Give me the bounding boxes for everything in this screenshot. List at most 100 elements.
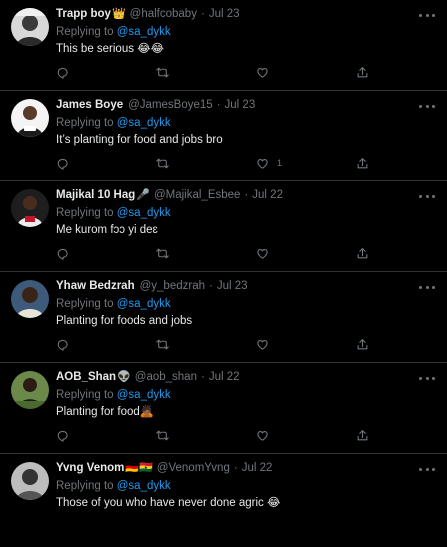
separator-dot: · xyxy=(216,99,221,111)
reply-button[interactable] xyxy=(56,155,69,171)
tweet-actions xyxy=(56,427,386,443)
like-button[interactable] xyxy=(256,64,277,80)
more-icon[interactable] xyxy=(419,101,435,111)
retweet-button[interactable] xyxy=(156,336,169,352)
retweet-button[interactable] xyxy=(156,245,169,261)
tweet-header: AOB_Shan 👽 @aob_shan · Jul 22 xyxy=(56,370,240,385)
like-count: 1 xyxy=(277,158,283,168)
replying-to-user[interactable]: @sa_dykk xyxy=(117,207,171,219)
replying-to-label: Replying to xyxy=(56,26,114,38)
replying-to-user[interactable]: @sa_dykk xyxy=(117,298,171,310)
retweet-icon xyxy=(156,339,169,349)
replying-to: Replying to @sa_dykk xyxy=(56,479,171,494)
share-button[interactable] xyxy=(356,245,369,261)
replying-to-user[interactable]: @sa_dykk xyxy=(117,117,171,129)
retweet-icon xyxy=(156,248,169,258)
share-icon xyxy=(357,338,368,349)
like-button[interactable]: 1 xyxy=(256,155,282,171)
retweet-icon xyxy=(156,158,169,168)
avatar[interactable] xyxy=(11,462,49,500)
tweet-item[interactable]: James Boye @JamesBoye15 · Jul 23 Replyin… xyxy=(0,91,447,181)
replying-to-label: Replying to xyxy=(56,298,114,310)
reply-button[interactable] xyxy=(56,336,69,352)
user-handle[interactable]: @VenomYvng xyxy=(157,461,230,476)
share-button[interactable] xyxy=(356,155,369,171)
user-handle[interactable]: @y_bedzrah xyxy=(140,279,205,294)
share-button[interactable] xyxy=(356,64,369,80)
replying-to: Replying to @sa_dykk xyxy=(56,116,171,131)
reply-icon xyxy=(57,67,68,79)
tweet-date[interactable]: Jul 23 xyxy=(209,7,240,22)
heart-icon xyxy=(257,430,268,441)
tweet-header: Yvng Venom 🇩🇪🇬🇭 @VenomYvng · Jul 22 xyxy=(56,461,272,476)
replying-to-label: Replying to xyxy=(56,480,114,492)
display-name[interactable]: AOB_Shan xyxy=(56,370,116,385)
tweet-text: Planting for foods and jobs xyxy=(56,315,193,327)
like-button[interactable] xyxy=(256,427,277,443)
avatar[interactable] xyxy=(11,189,49,227)
avatar[interactable] xyxy=(11,99,49,137)
tweet-text: It’s planting for food and jobs bro xyxy=(56,134,223,146)
tweet-date[interactable]: Jul 23 xyxy=(225,98,256,113)
retweet-icon xyxy=(156,67,169,77)
reply-button[interactable] xyxy=(56,427,69,443)
replying-to: Replying to @sa_dykk xyxy=(56,297,171,312)
tweet-text: This be serious 😂😂 xyxy=(56,43,165,55)
share-icon xyxy=(357,429,368,440)
tweet-date[interactable]: Jul 22 xyxy=(252,188,283,203)
like-button[interactable] xyxy=(256,336,277,352)
tweet-item[interactable]: Majikal 10 Hag 🎤 @Majikal_Esbee · Jul 22 … xyxy=(0,181,447,272)
tweet-date[interactable]: Jul 22 xyxy=(242,461,273,476)
tweet-item[interactable]: Yvng Venom 🇩🇪🇬🇭 @VenomYvng · Jul 22 Reply… xyxy=(0,454,447,547)
retweet-button[interactable] xyxy=(156,427,169,443)
avatar[interactable] xyxy=(11,280,49,318)
share-button[interactable] xyxy=(356,336,369,352)
more-icon[interactable] xyxy=(419,191,435,201)
user-handle[interactable]: @aob_shan xyxy=(135,370,197,385)
display-name[interactable]: Yhaw Bedzrah xyxy=(56,279,135,294)
tweet-actions xyxy=(56,64,386,80)
reply-icon xyxy=(57,339,68,351)
tweet-date[interactable]: Jul 23 xyxy=(217,279,248,294)
share-icon xyxy=(357,247,368,258)
retweet-icon xyxy=(156,430,169,440)
more-icon[interactable] xyxy=(419,464,435,474)
tweet-text: Planting for food🙇🏾 xyxy=(56,406,155,418)
more-icon[interactable] xyxy=(419,282,435,292)
avatar[interactable] xyxy=(11,8,49,46)
avatar[interactable] xyxy=(11,371,49,409)
heart-icon xyxy=(257,339,268,350)
heart-icon xyxy=(257,248,268,259)
like-button[interactable] xyxy=(256,245,277,261)
tweet-actions xyxy=(56,245,386,261)
display-name[interactable]: Trapp boy xyxy=(56,7,111,22)
user-handle[interactable]: @JamesBoye15 xyxy=(128,98,213,113)
reply-icon xyxy=(57,248,68,260)
tweet-item[interactable]: Yhaw Bedzrah @y_bedzrah · Jul 23 Replyin… xyxy=(0,272,447,363)
tweet-item[interactable]: Trapp boy 👑 @halfcobaby · Jul 23 Replying… xyxy=(0,0,447,91)
user-handle[interactable]: @Majikal_Esbee xyxy=(154,188,240,203)
share-button[interactable] xyxy=(356,427,369,443)
tweet-header: James Boye @JamesBoye15 · Jul 23 xyxy=(56,98,255,113)
replying-to-user[interactable]: @sa_dykk xyxy=(117,389,171,401)
heart-icon xyxy=(257,67,268,78)
reply-button[interactable] xyxy=(56,245,69,261)
replying-to-user[interactable]: @sa_dykk xyxy=(117,480,171,492)
name-emoji: 🎤 xyxy=(136,189,150,201)
display-name[interactable]: Yvng Venom xyxy=(56,461,124,476)
replying-to-user[interactable]: @sa_dykk xyxy=(117,26,171,38)
display-name[interactable]: Majikal 10 Hag xyxy=(56,188,135,203)
tweet-item[interactable]: AOB_Shan 👽 @aob_shan · Jul 22 Replying to… xyxy=(0,363,447,454)
tweet-text: Me kurom fɔɔ yi deɛ xyxy=(56,224,158,236)
retweet-button[interactable] xyxy=(156,155,169,171)
retweet-button[interactable] xyxy=(156,64,169,80)
name-emoji: 🇩🇪🇬🇭 xyxy=(125,462,153,474)
tweet-date[interactable]: Jul 22 xyxy=(209,370,240,385)
more-icon[interactable] xyxy=(419,10,435,20)
separator-dot: · xyxy=(244,189,249,201)
user-handle[interactable]: @halfcobaby xyxy=(130,7,197,22)
reply-button[interactable] xyxy=(56,64,69,80)
display-name[interactable]: James Boye xyxy=(56,98,123,113)
more-icon[interactable] xyxy=(419,373,435,383)
reply-icon xyxy=(57,158,68,170)
